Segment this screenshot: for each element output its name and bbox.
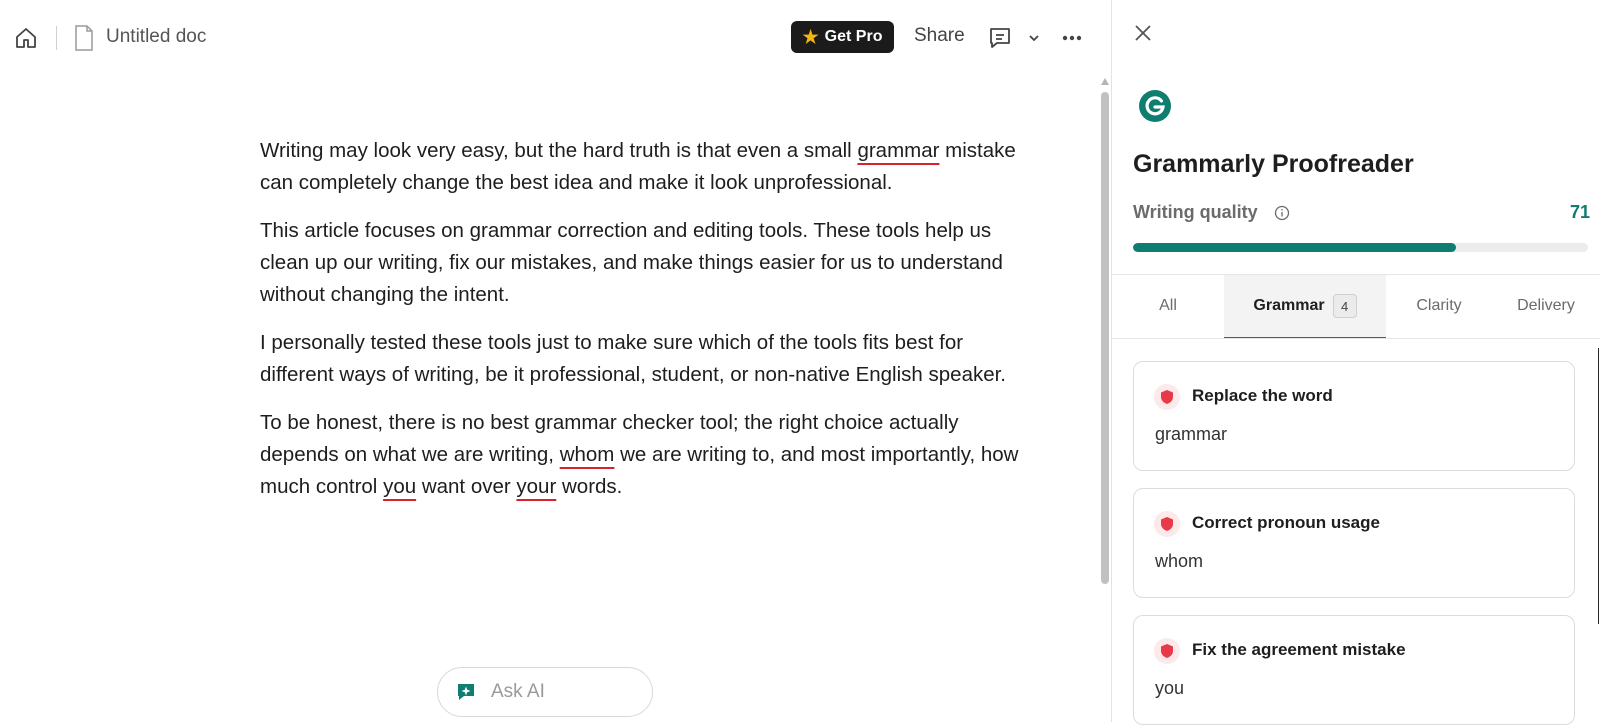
doc-title[interactable]: Untitled doc [106, 26, 206, 48]
text-run: Writing may look very easy, but the hard… [260, 139, 858, 162]
ask-ai-placeholder: Ask AI [491, 681, 545, 702]
chevron-down-icon[interactable] [1026, 30, 1042, 46]
flagged-word[interactable]: whom [560, 443, 615, 466]
get-pro-label: Get Pro [824, 28, 883, 45]
tab-all[interactable]: All [1112, 275, 1224, 337]
paragraph: This article focuses on grammar correcti… [260, 219, 1003, 306]
get-pro-button[interactable]: ★ Get Pro [791, 21, 894, 53]
tab-label: All [1159, 297, 1177, 314]
tab-grammar[interactable]: Grammar 4 [1224, 275, 1386, 339]
tab-clarity[interactable]: Clarity [1386, 275, 1492, 337]
divider [56, 26, 57, 50]
home-button[interactable] [12, 24, 40, 52]
suggestion-card[interactable]: Correct pronoun usage whom [1133, 488, 1575, 598]
ask-ai-input[interactable]: Ask AI [437, 667, 653, 717]
writing-quality-bar-fill [1133, 243, 1457, 252]
document-body[interactable]: Writing may look very easy, but the hard… [260, 135, 1040, 519]
scrollbar-thumb[interactable] [1101, 92, 1109, 584]
comment-icon[interactable] [986, 24, 1014, 52]
flagged-word[interactable]: grammar [857, 139, 939, 162]
suggestion-word: grammar [1155, 424, 1228, 444]
divider [1112, 338, 1600, 339]
ai-sparkle-icon [458, 684, 474, 700]
tab-label: Clarity [1416, 297, 1462, 314]
scroll-up-arrow[interactable] [1101, 78, 1109, 85]
flagged-word[interactable]: you [383, 475, 416, 498]
flagged-word[interactable]: your [516, 475, 556, 498]
writing-quality-label: Writing quality [1133, 202, 1258, 222]
close-icon[interactable] [1132, 22, 1154, 44]
text-run: want over [416, 475, 517, 498]
panel-scrollbar[interactable] [1598, 348, 1599, 624]
info-icon[interactable] [1274, 205, 1290, 221]
suggestion-card[interactable]: Replace the word grammar [1133, 361, 1575, 471]
grammarly-panel: Grammarly Proofreader Writing quality 71… [1112, 0, 1600, 725]
suggestion-word: whom [1155, 551, 1204, 571]
category-tabs: All Grammar 4 Clarity Delivery [1112, 275, 1600, 339]
paragraph: Writing may look very easy, but the hard… [260, 135, 1040, 199]
home-icon [16, 28, 36, 48]
writing-quality-score: 71 [1569, 202, 1590, 222]
star-icon: ★ [802, 27, 819, 47]
tab-label: Grammar [1253, 297, 1325, 314]
suggestion-card[interactable]: Fix the agreement mistake you [1133, 615, 1575, 725]
suggestion-word: you [1155, 678, 1185, 698]
error-shield-icon [1154, 638, 1180, 664]
suggestion-title: Correct pronoun usage [1192, 513, 1380, 532]
error-shield-icon [1154, 511, 1180, 537]
error-shield-icon [1154, 384, 1180, 410]
tab-label: Delivery [1517, 297, 1575, 314]
top-bar: Untitled doc ★ Get Pro Share [0, 0, 1110, 74]
tab-delivery[interactable]: Delivery [1492, 275, 1600, 337]
document-icon [75, 25, 93, 51]
paragraph: To be honest, there is no best grammar c… [260, 407, 1040, 503]
panel-title: Grammarly Proofreader [1133, 150, 1414, 178]
paragraph: I personally tested these tools just to … [260, 331, 1007, 386]
suggestion-title: Replace the word [1192, 386, 1333, 405]
writing-quality-bar [1133, 243, 1588, 252]
text-run: words. [556, 475, 623, 498]
count-badge: 4 [1332, 294, 1357, 318]
share-button[interactable]: Share [914, 25, 965, 47]
grammarly-logo-icon [1139, 90, 1171, 122]
suggestion-title: Fix the agreement mistake [1192, 640, 1406, 659]
more-options-icon[interactable] [1058, 24, 1086, 52]
